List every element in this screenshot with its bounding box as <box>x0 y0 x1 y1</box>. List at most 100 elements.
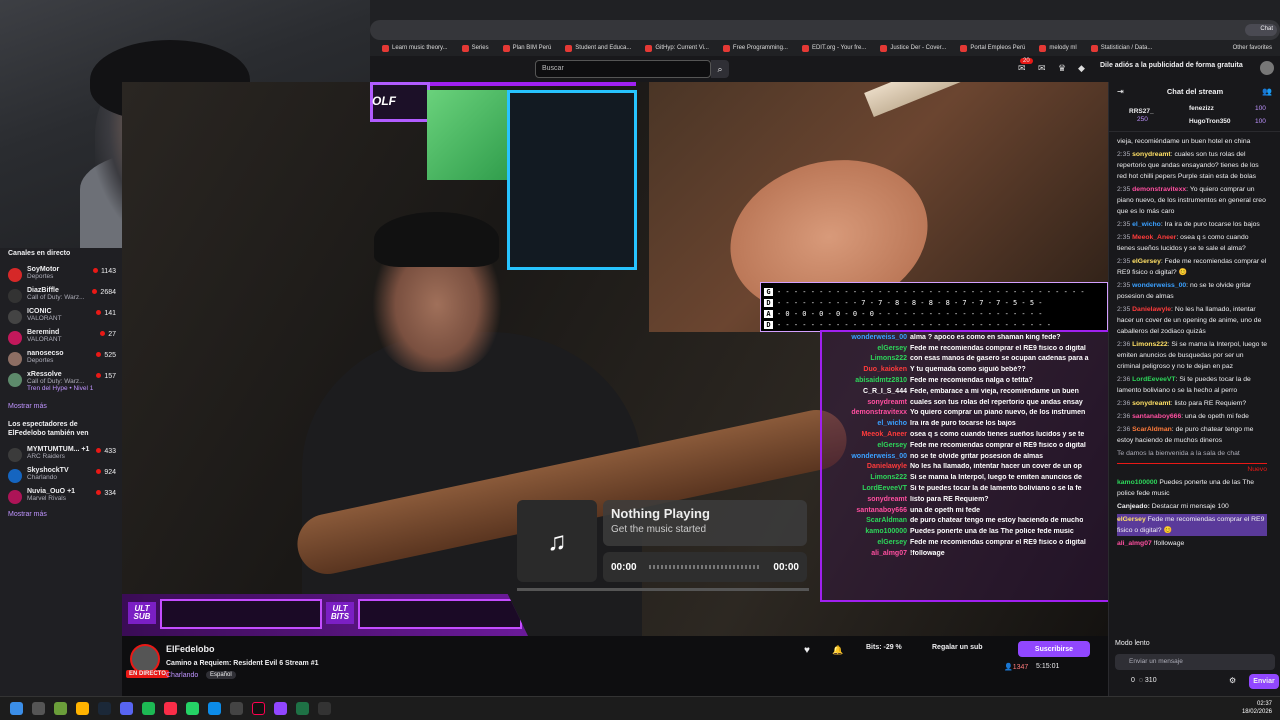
video-player[interactable]: OLF G- - - - - - - - - - - - - - - - - -… <box>122 82 1108 636</box>
chat-username[interactable]: Meeok_Aneer <box>1132 234 1176 241</box>
chat-username[interactable]: Limons222 <box>1132 341 1168 348</box>
turbo-ad-banner[interactable]: Dile adiós a la publicidad de forma grat… <box>1100 62 1243 69</box>
ult-bits-slot <box>358 599 522 629</box>
crown-icon[interactable]: ♛ <box>1058 63 1068 73</box>
whatsapp-icon[interactable] <box>186 702 199 715</box>
subscribe-button[interactable]: Suscribirse <box>1018 641 1090 657</box>
app-icon[interactable] <box>274 702 287 715</box>
chat-username[interactable]: el_wicho <box>1132 221 1161 228</box>
bookmark[interactable]: Series <box>461 44 489 52</box>
language-tag[interactable]: Español <box>206 671 236 679</box>
steam-icon[interactable] <box>98 702 111 715</box>
sidebar-channel[interactable]: Nuvia_OuO +1 Marvel Rivals 334 <box>0 486 122 507</box>
excel-icon[interactable] <box>296 702 309 715</box>
bookmark[interactable]: Portal Empleos Perú <box>960 44 1025 52</box>
music-app-icon[interactable] <box>164 702 177 715</box>
user-avatar[interactable] <box>1260 61 1274 75</box>
chat-message: 2:35 wonderweiss_00: no se te olvide gri… <box>1117 282 1252 300</box>
chat-username[interactable]: ScarAldman <box>1132 426 1172 433</box>
sidebar-channel[interactable]: ICONIC VALORANT 141 <box>0 306 122 327</box>
leader-amount: 100 <box>1255 105 1266 112</box>
sidebar-channel[interactable]: xRessolve Call of Duty: Warz... Tren del H… <box>0 369 122 399</box>
explorer-icon[interactable] <box>76 702 89 715</box>
system-clock[interactable]: 02:37 18/02/2026 <box>1242 700 1272 716</box>
edge-icon[interactable] <box>208 702 221 715</box>
overlay-chat-user: abisaidmtz2810 <box>855 377 907 385</box>
bookmark[interactable]: Free Programming... <box>722 44 788 52</box>
inbox-icon[interactable]: ✉ <box>1018 63 1028 73</box>
chat-message: ali_almg07 !followage <box>1117 538 1267 549</box>
chat-username[interactable]: elGersey <box>1117 516 1146 523</box>
tab-row: G- - - - - - - - - - - - - - - - - - - -… <box>764 286 1104 297</box>
ult-goal-bar: ULT SUB ULT BITS <box>122 594 528 636</box>
app-icon[interactable] <box>54 702 67 715</box>
show-more-link[interactable]: Mostrar más <box>0 507 122 522</box>
search-input[interactable]: Buscar <box>535 60 711 78</box>
bits-button[interactable]: Bits: -29 % <box>866 644 902 651</box>
chat-username[interactable]: LordEeveeVT <box>1132 376 1175 383</box>
chat-username[interactable]: santanaboy666 <box>1132 413 1181 420</box>
bookmark[interactable]: Learn music theory... <box>382 44 448 52</box>
streamer-name[interactable]: ElFedelobo <box>166 644 215 654</box>
chat-username[interactable]: elGersey <box>1132 258 1161 265</box>
follow-heart-icon[interactable]: ♥ <box>804 645 810 656</box>
chat-username[interactable]: ali_almg07 <box>1117 540 1152 547</box>
chat-text: !followage <box>1153 540 1185 547</box>
chat-input[interactable]: Enviar un mensaje <box>1115 654 1275 670</box>
overlay-chat-user: C_R_I_S_444 <box>863 387 907 395</box>
show-more-link[interactable]: Mostrar más <box>0 399 122 414</box>
bookmark[interactable]: GitHyp: Current Vi... <box>645 44 709 52</box>
whispers-icon[interactable]: ✉ <box>1038 63 1048 73</box>
avatar <box>8 268 22 282</box>
address-bar[interactable] <box>370 20 1280 40</box>
chat-users-icon[interactable]: 👥 <box>1262 87 1272 96</box>
chat-username[interactable]: kamo100000 <box>1117 479 1157 486</box>
settings-gear-icon[interactable]: ⚙ <box>1229 676 1236 685</box>
chat-username[interactable]: Canjeado: <box>1117 503 1150 510</box>
bookmark-icon <box>645 44 653 52</box>
sidebar-channel[interactable]: Beremind VALORANT 27 <box>0 327 122 348</box>
music-widget: ♫ Nothing Playing Get the music started … <box>517 500 809 591</box>
overlay-chat-user: el_wicho <box>877 420 907 428</box>
chat-timestamp: 2:35 <box>1117 234 1131 241</box>
chat-username[interactable]: sonydreamt <box>1132 400 1171 407</box>
gift-sub-button[interactable]: Regalar un sub <box>932 644 983 651</box>
bookmark[interactable]: Student and Educa... <box>565 44 631 52</box>
chat-username[interactable]: Danielawyle <box>1132 306 1171 313</box>
ult-sub-badge: ULT SUB <box>128 602 156 624</box>
stream-category[interactable]: Charlando <box>166 672 198 679</box>
search-button[interactable]: ⌕ <box>711 60 729 78</box>
tiktok-icon[interactable] <box>252 702 265 715</box>
sidebar-channel[interactable]: DiazBiffle Call of Duty: Warz... 2684 <box>0 285 122 306</box>
tab-row: D- - - - - - - - - - - - - - - - - - - -… <box>764 319 1104 330</box>
app-icon[interactable] <box>230 702 243 715</box>
channel-points[interactable]: 0 ◌ 310 <box>1131 677 1157 684</box>
other-favorites[interactable]: Other favorites <box>1233 45 1272 51</box>
sidebar-channel[interactable]: SkyshockTV Charlando 924 <box>0 465 122 486</box>
send-button[interactable]: Enviar <box>1249 674 1279 689</box>
bookmark[interactable]: Justice Der - Cover... <box>880 44 946 52</box>
chat-username[interactable]: demonstravitexx <box>1132 186 1186 193</box>
bookmark[interactable]: melody ml <box>1039 44 1077 52</box>
chat-username[interactable]: sonydreamt <box>1132 151 1171 158</box>
sidebar-channel[interactable]: nanosecso Deportes 525 <box>0 348 122 369</box>
sidebar-channel[interactable]: MYMTUMTUM... +1 ARC Raiders 433 <box>0 444 122 465</box>
discord-icon[interactable] <box>120 702 133 715</box>
viewer-icon: 👤 <box>1004 664 1013 671</box>
spotify-icon[interactable] <box>142 702 155 715</box>
chat-timestamp: 2:36 <box>1117 400 1131 407</box>
bookmark[interactable]: Plan BIM Perú <box>502 44 551 52</box>
overlay-chat-msg: !followage <box>910 549 945 557</box>
overlay-chat-user: sonydreamt <box>867 398 907 406</box>
search-icon[interactable] <box>32 702 45 715</box>
bits-icon[interactable]: ◆ <box>1078 63 1088 73</box>
bookmark[interactable]: EDIT.org - Your fre... <box>801 44 866 52</box>
chat-ext-button[interactable]: Chat <box>1245 24 1277 36</box>
sidebar-channel[interactable]: SoyMotor Deportes 1143 <box>0 264 122 285</box>
chat-username[interactable]: wonderweiss_00 <box>1132 282 1186 289</box>
obs-icon[interactable] <box>318 702 331 715</box>
bookmark[interactable]: Statistician / Data... <box>1090 44 1152 52</box>
notifications-bell-icon[interactable]: 🔔 <box>832 645 843 656</box>
chat-text: una de opeth mi fede <box>1185 413 1249 420</box>
start-icon[interactable] <box>10 702 23 715</box>
